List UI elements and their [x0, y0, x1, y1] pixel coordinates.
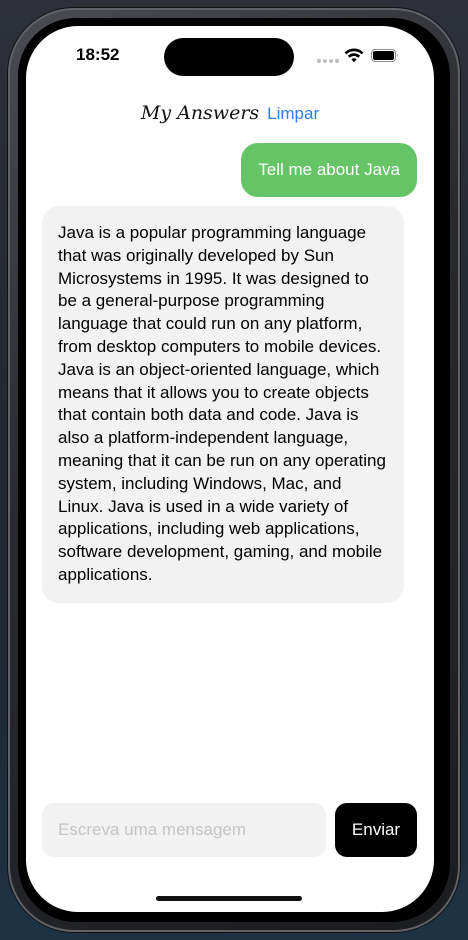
signal-dots-icon: [317, 59, 339, 63]
message-composer: Enviar: [42, 803, 417, 857]
page-title: My Answers: [140, 102, 260, 124]
assistant-message-bubble: Java is a popular programming language t…: [42, 206, 404, 603]
message-input[interactable]: [42, 803, 326, 857]
status-time: 18:52: [76, 45, 120, 64]
phone-screen: 18:52 My Answers Limpar Tell me about Ja…: [26, 26, 434, 912]
clear-button[interactable]: Limpar: [267, 104, 319, 124]
wifi-icon: [344, 48, 364, 63]
battery-icon: [371, 49, 398, 62]
user-message-bubble: Tell me about Java: [241, 143, 417, 197]
home-indicator[interactable]: [156, 896, 302, 901]
send-button[interactable]: Enviar: [335, 803, 417, 857]
dynamic-island: [164, 38, 294, 76]
header: My Answers Limpar: [26, 102, 434, 132]
